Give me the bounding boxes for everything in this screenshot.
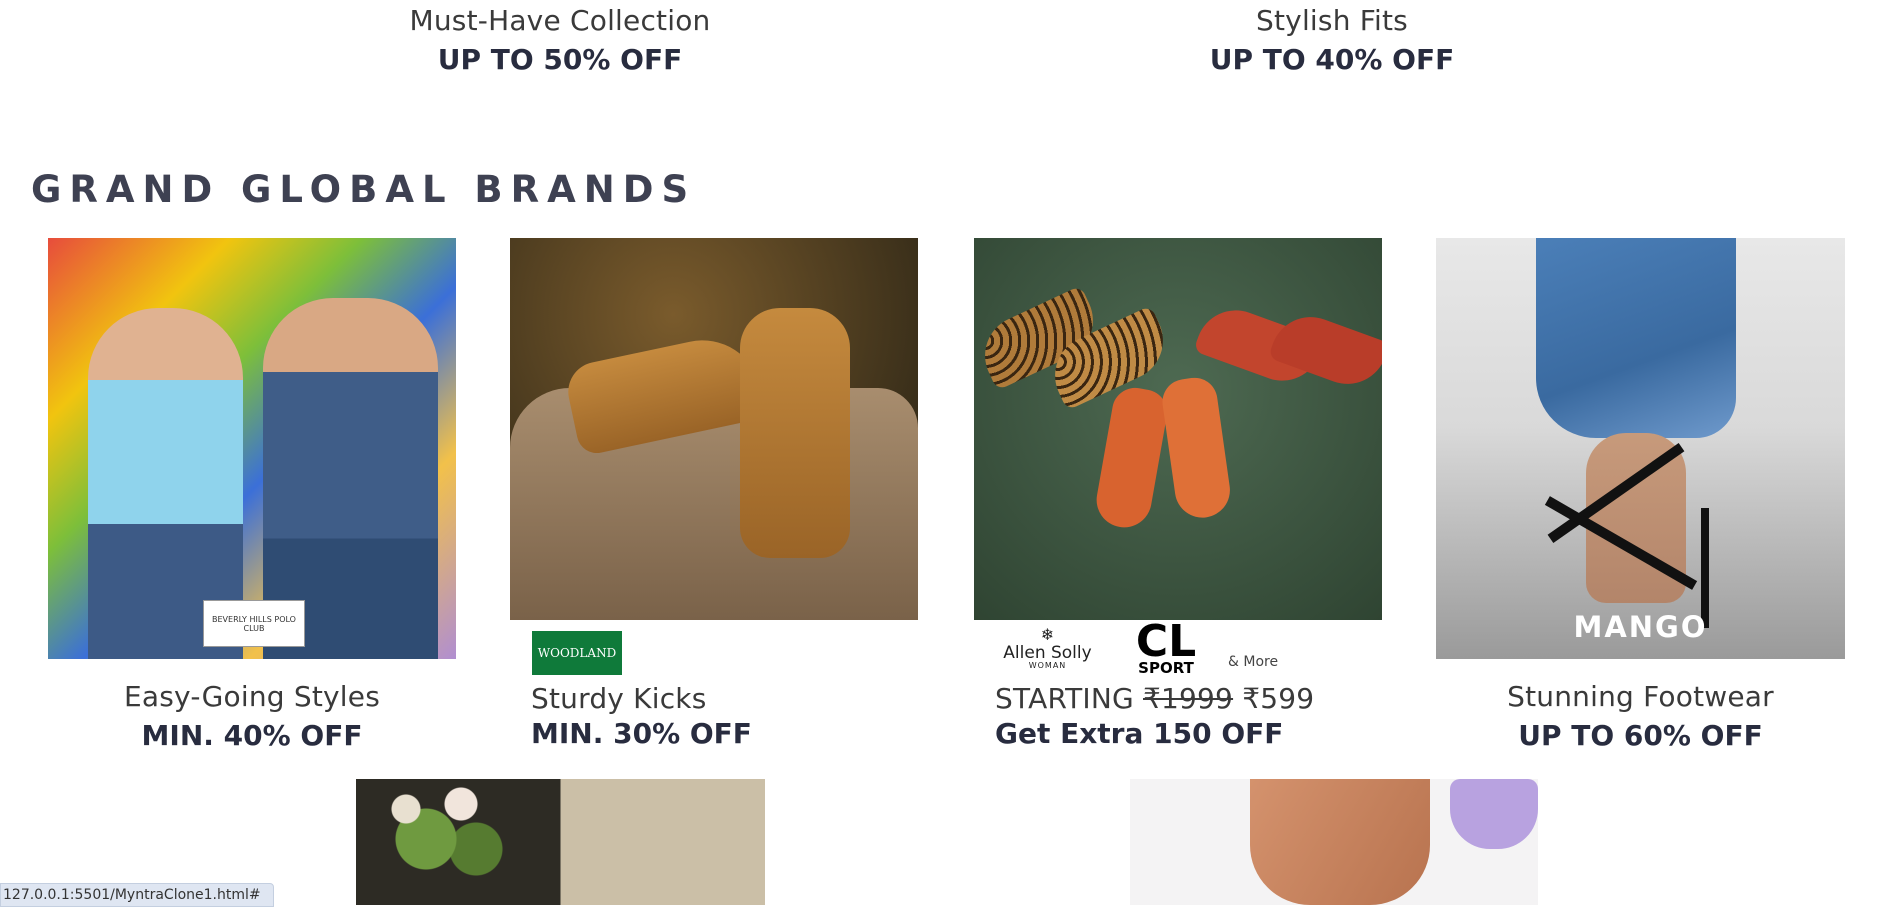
cl-sport-logo: CL SPORT bbox=[1135, 620, 1197, 677]
flowers-image bbox=[366, 779, 506, 905]
brand-card-image-mango[interactable]: MANGO bbox=[1436, 238, 1845, 659]
promo-top-left[interactable]: Must-Have Collection UP TO 50% OFF bbox=[290, 4, 830, 76]
brand-card-image-heels[interactable] bbox=[974, 238, 1382, 620]
caption-prefix: STARTING bbox=[995, 682, 1134, 715]
card-caption: Stunning Footwear bbox=[1507, 680, 1774, 713]
brand-card-image-woodland[interactable] bbox=[510, 238, 918, 620]
shoe-image bbox=[740, 308, 850, 558]
browser-status-url: 127.0.0.1:5501/MyntraClone1.html# bbox=[0, 883, 274, 907]
new-price: ₹599 bbox=[1242, 682, 1315, 715]
heel-image bbox=[1159, 374, 1234, 522]
promo-top-right[interactable]: Stylish Fits UP TO 40% OFF bbox=[1062, 4, 1602, 76]
brand-card-caption[interactable]: Easy-Going Styles MIN. 40% OFF bbox=[48, 680, 456, 752]
promo-caption: Must-Have Collection bbox=[409, 4, 711, 37]
card-offer: MIN. 40% OFF bbox=[141, 719, 363, 752]
legs-image bbox=[1250, 779, 1430, 905]
brand-name: Allen Solly bbox=[1003, 642, 1092, 663]
brand-card-caption[interactable]: Stunning Footwear UP TO 60% OFF bbox=[1436, 680, 1845, 752]
card-offer: UP TO 60% OFF bbox=[1518, 719, 1763, 752]
promo-caption: Stylish Fits bbox=[1256, 4, 1408, 37]
promo-offer: UP TO 50% OFF bbox=[437, 43, 683, 76]
heel-image bbox=[1267, 305, 1382, 396]
brand-logo-text: BEVERLY HILLS POLO CLUB bbox=[212, 614, 296, 633]
brand-sub: WOMAN bbox=[1028, 661, 1067, 671]
woodland-logo: WOODLAND bbox=[532, 631, 622, 675]
brand-card-image-polo[interactable]: BEVERLY HILLS POLO CLUB bbox=[48, 238, 456, 659]
card-caption: Sturdy Kicks bbox=[531, 682, 707, 715]
card-offer: MIN. 30% OFF bbox=[531, 717, 752, 750]
allen-solly-logo: ❄ Allen Solly WOMAN bbox=[1000, 626, 1095, 676]
card-caption: STARTING ₹1999 ₹599 bbox=[995, 682, 1415, 715]
brand-card-image-partial[interactable] bbox=[1130, 779, 1538, 905]
promo-offer: UP TO 40% OFF bbox=[1209, 43, 1455, 76]
old-price: ₹1999 bbox=[1143, 682, 1234, 715]
brand-card-image-partial[interactable] bbox=[356, 779, 765, 905]
jeans-image bbox=[1536, 238, 1736, 438]
heel-image bbox=[1092, 384, 1171, 532]
bag-image bbox=[1450, 779, 1538, 849]
mango-logo: MANGO bbox=[1573, 610, 1708, 644]
brand-card-caption[interactable]: Sturdy Kicks MIN. 30% OFF bbox=[531, 682, 931, 750]
more-brands-text: & More bbox=[1228, 654, 1279, 670]
brand-card-caption[interactable]: STARTING ₹1999 ₹599 Get Extra 150 OFF bbox=[995, 682, 1415, 750]
card-caption: Easy-Going Styles bbox=[124, 680, 380, 713]
brand-sub: SPORT bbox=[1138, 658, 1194, 677]
brand-logo: BEVERLY HILLS POLO CLUB bbox=[203, 600, 305, 647]
section-title: GRAND GLOBAL BRANDS bbox=[31, 168, 697, 211]
card-offer: Get Extra 150 OFF bbox=[995, 717, 1284, 750]
